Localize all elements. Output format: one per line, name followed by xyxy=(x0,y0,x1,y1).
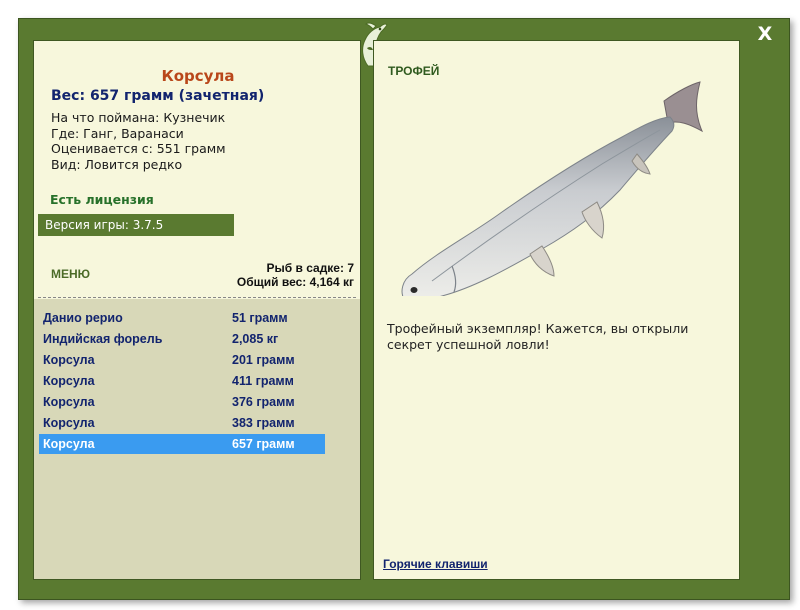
divider xyxy=(38,297,356,298)
catch-list: Данио рерио 51 грамм Индийская форель 2,08… xyxy=(34,299,360,579)
fish-count-text: Рыб в садке: 7 xyxy=(266,261,354,275)
list-item[interactable]: Корсула 376 грамм xyxy=(39,392,325,412)
list-item-name: Корсула xyxy=(43,416,95,430)
list-item-weight: 383 грамм xyxy=(232,416,295,430)
list-item[interactable]: Корсула 201 грамм xyxy=(39,350,325,370)
list-item-weight: 376 грамм xyxy=(232,395,295,409)
keepnet-stats: Рыб в садке: 7 Общий вес: 4,164 кг xyxy=(237,261,354,289)
list-item-name: Корсула xyxy=(43,374,95,388)
trophy-panel: ТРОФЕЙ Трофейный экземпляр! Кажется, вы … xyxy=(373,40,740,580)
list-item-name: Корсула xyxy=(43,353,95,367)
list-item-name: Корсула xyxy=(43,437,95,451)
menu-button[interactable]: МЕНЮ xyxy=(51,267,90,281)
license-status: Есть лицензия xyxy=(50,192,154,207)
hotkeys-link[interactable]: Горячие клавиши xyxy=(383,557,488,571)
rating-text: Оценивается с: 551 грамм xyxy=(51,141,226,156)
location-text: Где: Ганг, Варанаси xyxy=(51,125,184,141)
close-button[interactable]: X xyxy=(756,24,774,44)
list-item-weight: 201 грамм xyxy=(232,353,295,367)
list-item-weight: 411 грамм xyxy=(232,374,294,388)
trophy-description: Трофейный экземпляр! Кажется, вы открыли… xyxy=(387,321,689,352)
list-item-name: Данио рерио xyxy=(43,311,123,325)
kind-text: Вид: Ловится редко xyxy=(51,156,183,172)
list-item[interactable]: Корсула 411 грамм xyxy=(39,371,325,391)
list-item[interactable]: Данио рерио 51 грамм xyxy=(39,308,325,328)
fish-weight-line: Вес: 657 грамм (зачетная) xyxy=(51,88,265,104)
list-item-weight: 657 грамм xyxy=(232,437,295,451)
list-item-name: Индийская форель xyxy=(43,332,163,346)
list-item-weight: 51 грамм xyxy=(232,311,288,325)
list-item-selected[interactable]: Корсула 657 грамм xyxy=(39,434,325,454)
fish-name-title: Корсула xyxy=(161,67,235,85)
fish-details: На что поймана: Кузнечик Где: Ганг, Вара… xyxy=(51,110,226,172)
list-item[interactable]: Индийская форель 2,085 кг xyxy=(39,329,325,349)
list-item-name: Корсула xyxy=(43,395,95,409)
fish-image xyxy=(401,81,704,296)
game-version-bar: Версия игры: 3.7.5 xyxy=(38,214,234,236)
catch-info-panel: Корсула Вес: 657 грамм (зачетная) На что… xyxy=(33,40,361,580)
bait-text: На что поймана: Кузнечик xyxy=(51,110,226,125)
total-weight-text: Общий вес: 4,164 кг xyxy=(236,275,354,289)
list-item-weight: 2,085 кг xyxy=(232,332,279,346)
list-item[interactable]: Корсула 383 грамм xyxy=(39,413,325,433)
